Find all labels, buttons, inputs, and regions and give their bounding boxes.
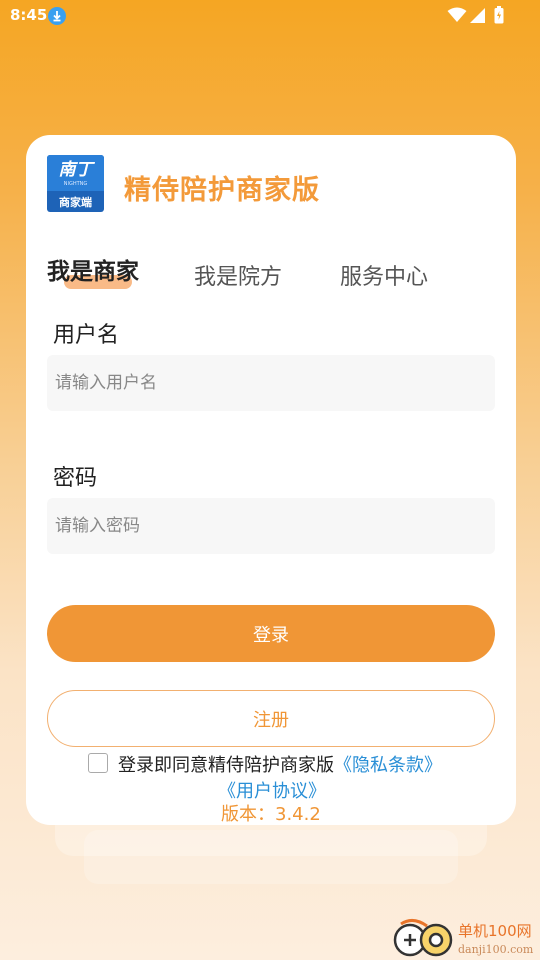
app-logo: 南丁 NIGHTNG 商家端 [47, 155, 104, 212]
app-title: 精侍陪护商家版 [124, 175, 320, 206]
login-card: 南丁 NIGHTNG 商家端 精侍陪护商家版 我是商家 我是院方 服务中心 用户… [26, 135, 516, 825]
signal-icon [470, 8, 485, 23]
password-input[interactable] [47, 498, 495, 554]
login-button[interactable]: 登录 [47, 605, 495, 662]
logo-bottom-text: 商家端 [59, 196, 92, 209]
status-bar: 8:45 [0, 0, 540, 32]
download-icon [48, 7, 66, 25]
watermark-text: 单机100网 [458, 922, 532, 940]
register-button[interactable]: 注册 [47, 690, 495, 747]
logo-sub-text: NIGHTNG [63, 181, 88, 187]
watermark-url: danji100.com [458, 943, 534, 956]
watermark-logo-icon [393, 919, 453, 957]
tab-merchant[interactable]: 我是商家 [47, 252, 139, 286]
password-label: 密码 [53, 466, 98, 491]
tab-hospital[interactable]: 我是院方 [194, 259, 282, 291]
agreement-label: 登录即同意精侍陪护商家版 [118, 755, 334, 776]
username-input[interactable] [47, 355, 495, 411]
privacy-policy-link[interactable]: 《隐私条款》 [334, 755, 442, 776]
tab-service-center[interactable]: 服务中心 [340, 259, 428, 291]
background-decoration [84, 830, 458, 884]
username-label: 用户名 [53, 323, 120, 348]
agreement-checkbox[interactable] [88, 753, 108, 773]
wifi-icon [447, 7, 467, 22]
status-time: 8:45 [10, 6, 48, 24]
agreement-text: 登录即同意精侍陪护商家版《隐私条款》 [118, 751, 442, 777]
version-text: 版本：3.4.2 [221, 804, 321, 825]
battery-icon [494, 6, 504, 24]
